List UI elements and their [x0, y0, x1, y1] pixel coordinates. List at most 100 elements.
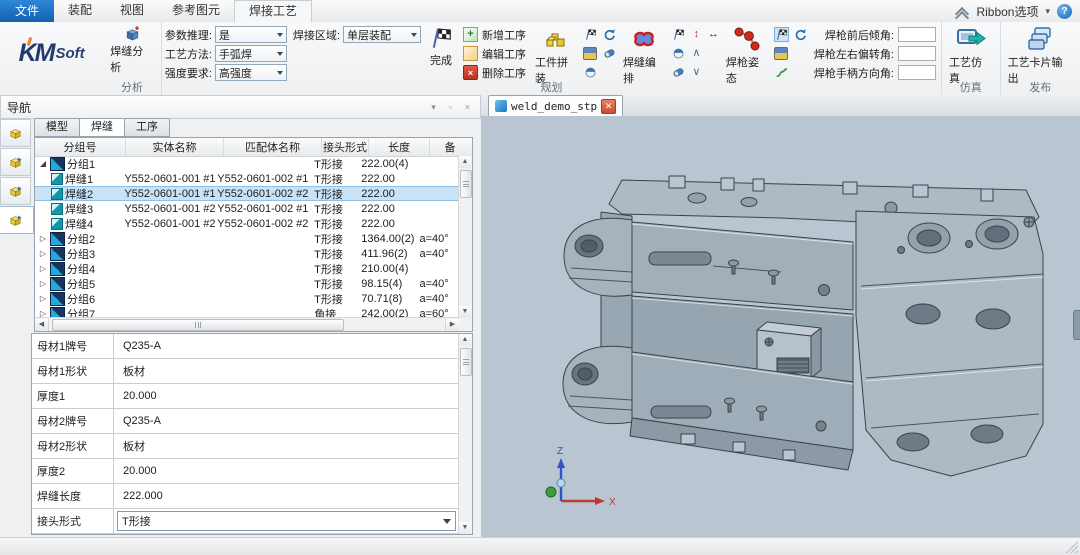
- capsule-icon[interactable]: [603, 47, 616, 60]
- col-length[interactable]: 长度: [369, 138, 430, 156]
- new-operation-button[interactable]: +新增工序: [461, 25, 528, 44]
- collapse-ribbon-icon[interactable]: [955, 6, 969, 16]
- scroll-right-button[interactable]: ▶: [445, 319, 459, 331]
- model-cube-button[interactable]: [0, 177, 31, 205]
- scroll-thumb[interactable]: [52, 319, 344, 331]
- model-cube-button[interactable]: [0, 206, 34, 234]
- capsule-icon[interactable]: [672, 66, 685, 79]
- finish-button[interactable]: 完成: [425, 24, 457, 70]
- col-note[interactable]: 备: [430, 138, 470, 156]
- torch-yaw-input[interactable]: [898, 46, 936, 61]
- horizontal-scrollbar[interactable]: ◀ ▶: [35, 317, 459, 331]
- scroll-left-button[interactable]: ◀: [35, 319, 49, 331]
- scroll-thumb[interactable]: [460, 170, 472, 198]
- property-value[interactable]: 板材: [114, 359, 459, 383]
- seam-analysis-button[interactable]: 焊缝分析: [106, 24, 158, 77]
- float-panel-icon[interactable]: ▫: [444, 101, 457, 114]
- expand-arrow-icon[interactable]: ▷: [38, 279, 48, 288]
- menu-tab-reference[interactable]: 参考图元: [158, 0, 234, 22]
- table-row-group[interactable]: ▷分组5 T形接98.15(4)a=40°: [35, 276, 459, 291]
- chevron-down-icon[interactable]: ∨: [692, 67, 700, 78]
- param-infer-select[interactable]: 是: [215, 26, 287, 43]
- document-tab[interactable]: weld_demo_stp ✕: [488, 95, 623, 116]
- col-entity[interactable]: 实体名称: [126, 138, 224, 156]
- expand-arrow-icon[interactable]: ▷: [38, 234, 48, 243]
- resize-grip-icon[interactable]: [1066, 541, 1078, 553]
- close-icon[interactable]: ×: [461, 101, 474, 114]
- expand-arrow-icon[interactable]: ▷: [38, 294, 48, 303]
- col-group[interactable]: 分组号: [35, 138, 126, 156]
- logo-soft-text: Soft: [55, 45, 84, 62]
- menu-tab-weld-process[interactable]: 焊接工艺: [234, 0, 312, 22]
- collapse-arrow-icon[interactable]: ◢: [38, 159, 48, 168]
- edit-icon: [463, 46, 478, 61]
- table-row-seam[interactable]: 焊缝1 Y552-0601-001 #1Y552-0601-002 #1 T形接…: [35, 171, 459, 186]
- stamp-icon[interactable]: [583, 47, 597, 60]
- vertical-scrollbar[interactable]: ▲ ▼: [458, 156, 472, 318]
- splitter-handle[interactable]: [1073, 310, 1080, 340]
- model-cube-button[interactable]: [0, 148, 31, 176]
- property-value[interactable]: Q235-A: [114, 409, 459, 433]
- vertical-scrollbar[interactable]: ▲ ▼: [458, 334, 472, 534]
- torch-handle-input[interactable]: [898, 65, 936, 80]
- joint-type-select[interactable]: T形接: [117, 511, 456, 531]
- model-cube-button[interactable]: [0, 119, 31, 147]
- chevron-up-icon[interactable]: ∧: [692, 48, 700, 59]
- property-value[interactable]: 20.000: [114, 384, 459, 408]
- expand-arrow-icon[interactable]: ▷: [38, 264, 48, 273]
- col-joint[interactable]: 接头形式: [322, 138, 369, 156]
- col-mate[interactable]: 匹配体名称: [224, 138, 322, 156]
- file-menu-button[interactable]: 文件: [0, 0, 54, 22]
- property-value[interactable]: Q235-A: [114, 334, 459, 358]
- close-icon[interactable]: ✕: [601, 99, 616, 114]
- torch-pitch-input[interactable]: [898, 27, 936, 42]
- scroll-up-button[interactable]: ▲: [459, 334, 471, 346]
- table-row-group[interactable]: ▷分组3 T形接411.96(2)a=40°: [35, 246, 459, 261]
- scroll-up-button[interactable]: ▲: [459, 156, 471, 168]
- scroll-down-button[interactable]: ▼: [459, 306, 471, 318]
- chevron-down-icon[interactable]: ▾: [1045, 6, 1050, 17]
- refresh-icon[interactable]: [603, 28, 616, 41]
- menu-tab-assembly[interactable]: 装配: [54, 0, 106, 22]
- updown-icon[interactable]: ↕: [694, 29, 700, 40]
- sphere-icon[interactable]: [584, 66, 597, 79]
- refresh-icon[interactable]: [794, 28, 807, 41]
- snake-icon[interactable]: [775, 66, 788, 79]
- tab-model[interactable]: 模型: [34, 118, 80, 137]
- menu-tab-view[interactable]: 视图: [106, 0, 158, 22]
- table-row-seam-selected[interactable]: 焊缝2 Y552-0601-001 #1Y552-0601-002 #2 T形接…: [35, 186, 459, 201]
- document-tab-label: weld_demo_stp: [511, 100, 597, 113]
- expand-arrow-icon[interactable]: ▷: [38, 249, 48, 258]
- table-row-group[interactable]: ▷分组6 T形接70.71(8)a=40°: [35, 291, 459, 306]
- tab-seams[interactable]: 焊缝: [79, 118, 125, 137]
- property-value[interactable]: 板材: [114, 434, 459, 458]
- stamp-icon[interactable]: [774, 47, 788, 60]
- flag-active-icon[interactable]: [774, 27, 789, 42]
- table-row-seam[interactable]: 焊缝3 Y552-0601-001 #2Y552-0601-002 #1 T形接…: [35, 201, 459, 216]
- scroll-down-button[interactable]: ▼: [459, 522, 471, 534]
- model-canvas[interactable]: Z X: [481, 116, 1080, 538]
- process-method-select[interactable]: 手弧焊: [215, 45, 287, 62]
- axes-triad: Z X: [546, 446, 616, 508]
- status-bar: [0, 537, 1080, 555]
- flag-icon[interactable]: [672, 28, 685, 41]
- tab-operations[interactable]: 工序: [124, 118, 170, 137]
- chevron-down-icon[interactable]: ▾: [427, 101, 440, 114]
- ribbon-options-button[interactable]: Ribbon选项: [976, 3, 1038, 20]
- weld-region-select[interactable]: 单层装配: [343, 26, 421, 43]
- table-row-group[interactable]: ▷分组4 T形接210.00(4): [35, 261, 459, 276]
- edit-operation-button[interactable]: 编辑工序: [461, 44, 528, 63]
- help-icon[interactable]: ?: [1057, 4, 1072, 19]
- width-icon[interactable]: ↔: [708, 29, 719, 40]
- table-row-group[interactable]: ▷分组2 T形接1364.00(2)a=40°: [35, 231, 459, 246]
- table-row-seam[interactable]: 焊缝4 Y552-0601-001 #2Y552-0601-002 #2 T形接…: [35, 216, 459, 231]
- chevron-down-icon: [411, 33, 417, 37]
- property-value[interactable]: 20.000: [114, 459, 459, 483]
- sphere-icon[interactable]: [672, 47, 685, 60]
- property-value[interactable]: 222.000: [114, 484, 459, 508]
- table-row-group[interactable]: ◢分组1 T形接222.00(4): [35, 156, 459, 171]
- panel-title: 导航: [7, 99, 31, 116]
- scroll-thumb[interactable]: [460, 348, 472, 376]
- cube-arrow-icon: [8, 213, 23, 228]
- flag-icon[interactable]: [584, 28, 597, 41]
